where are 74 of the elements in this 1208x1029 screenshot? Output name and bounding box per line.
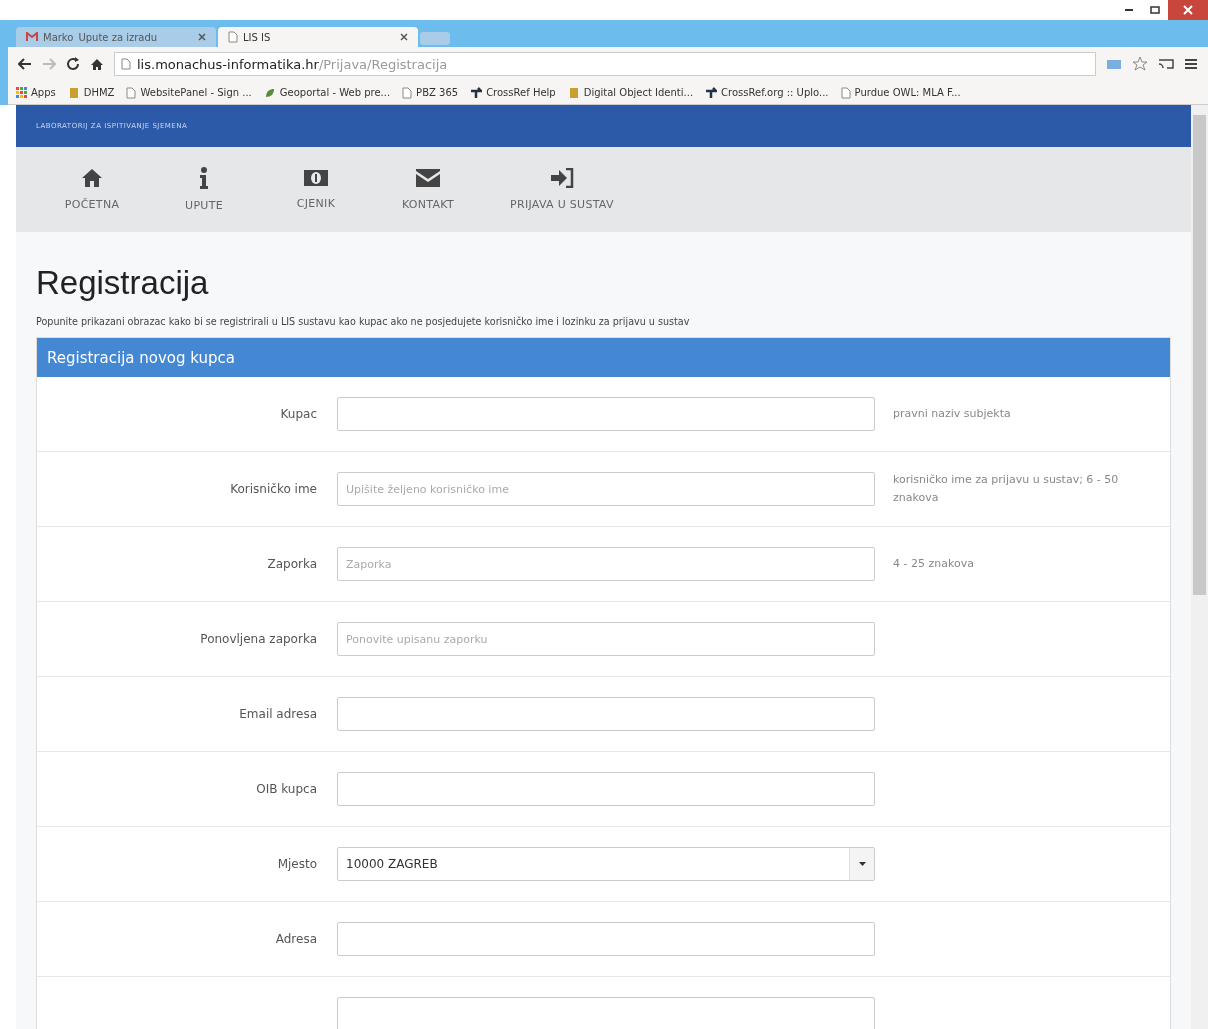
- extension-icon[interactable]: [1106, 58, 1122, 70]
- bookmark[interactable]: Digital Object Identi...: [567, 86, 694, 99]
- input-field[interactable]: [337, 772, 875, 806]
- field-label: Zaporka: [266, 557, 318, 571]
- arrow-icon: [705, 86, 718, 99]
- home-icon[interactable]: [90, 57, 104, 71]
- close-icon[interactable]: [400, 33, 408, 41]
- browser-tab[interactable]: Marko_Upute za izradu: [16, 27, 216, 47]
- mail-icon: [26, 32, 38, 42]
- page-icon: [126, 86, 137, 99]
- bookmark[interactable]: WebsitePanel - Sign ...: [126, 86, 252, 99]
- input-field[interactable]: Upišite željeno korisničko ime: [337, 472, 875, 506]
- page-icon: [228, 31, 238, 43]
- page-icon: [121, 58, 131, 70]
- scrollbar[interactable]: [1191, 105, 1208, 1029]
- help-text: pravni naziv subjekta: [893, 406, 1012, 423]
- banknote-icon: [303, 169, 329, 187]
- browser-tab[interactable]: LIS IS: [218, 27, 418, 47]
- bookmark[interactable]: Purdue OWL: MLA F...: [840, 86, 961, 99]
- field-label: OIB kupca: [255, 782, 318, 796]
- forward-icon[interactable]: [42, 58, 56, 70]
- close-button[interactable]: [1168, 0, 1208, 20]
- scrollbar-thumb[interactable]: [1193, 115, 1206, 595]
- apps-icon: [16, 87, 27, 98]
- panel-title: Registracija novog kupca: [47, 348, 235, 367]
- arrow-icon: [470, 86, 483, 99]
- input-field[interactable]: [337, 997, 875, 1029]
- bookmark[interactable]: DHMZ: [67, 86, 115, 99]
- menu-icon[interactable]: [1184, 58, 1198, 70]
- document-icon: [567, 86, 580, 99]
- nav-link[interactable]: UPUTE: [148, 147, 260, 232]
- page-icon: [840, 86, 851, 99]
- help-text: 4 - 25 znakova: [893, 556, 975, 573]
- input-field[interactable]: [337, 397, 875, 431]
- page-title: Registracija: [36, 264, 210, 302]
- input-field[interactable]: Zaporka: [337, 547, 875, 581]
- address-bar[interactable]: lis.monachus-informatika.hr/Prijava/Registracija: [114, 52, 1096, 76]
- leaf-icon: [263, 86, 276, 99]
- bookmark[interactable]: PBZ 365: [402, 86, 459, 99]
- field-label: Email adresa: [238, 707, 318, 721]
- field-label: Mjesto: [276, 857, 318, 871]
- help-text: korisničko ime za prijavu u sustav; 6 - 50 znakova: [893, 472, 1120, 506]
- cast-icon[interactable]: [1158, 58, 1174, 70]
- field-label: Korisničko ime: [229, 482, 318, 496]
- home-icon: [81, 168, 103, 188]
- bookmark[interactable]: CrossRef Help: [470, 86, 556, 99]
- field-label: Adresa: [274, 932, 318, 946]
- nav-link[interactable]: POČETNA: [36, 147, 148, 232]
- star-icon[interactable]: [1132, 56, 1148, 72]
- input-field[interactable]: Ponovite upisanu zaporku: [337, 622, 875, 656]
- document-icon: [67, 86, 80, 99]
- close-icon: [1183, 5, 1193, 15]
- page-description: Popunite prikazani obrazac kako bi se registrirali u LIS sustavu kao kupac ako ne posjedujete korisničko ime i lozinku za prijavu u sustav: [36, 316, 691, 327]
- minimize-icon: [1125, 9, 1133, 11]
- field-label: Ponovljena zaporka: [199, 632, 318, 646]
- reload-icon[interactable]: [66, 57, 80, 71]
- field-label: Kupac: [279, 407, 318, 421]
- bookmark[interactable]: Apps: [16, 87, 56, 98]
- nav-link[interactable]: CJENIK: [260, 147, 372, 232]
- bookmark[interactable]: Geoportal - Web pre...: [263, 86, 391, 99]
- bookmark[interactable]: CrossRef.org :: Uplo...: [705, 86, 829, 99]
- envelope-icon: [415, 168, 441, 188]
- page-icon: [402, 86, 413, 99]
- back-icon[interactable]: [18, 58, 32, 70]
- nav-link[interactable]: KONTAKT: [372, 147, 484, 232]
- select-field[interactable]: 10000 ZAGREB: [337, 847, 875, 881]
- input-field[interactable]: [337, 697, 875, 731]
- caret-icon: [858, 862, 866, 866]
- info-icon: [199, 167, 209, 189]
- input-field[interactable]: [337, 922, 875, 956]
- sign-in-icon: [549, 168, 574, 188]
- close-icon[interactable]: [198, 33, 206, 41]
- maximize-icon: [1150, 5, 1160, 15]
- nav-link[interactable]: PRIJAVA U SUSTAV: [484, 147, 640, 232]
